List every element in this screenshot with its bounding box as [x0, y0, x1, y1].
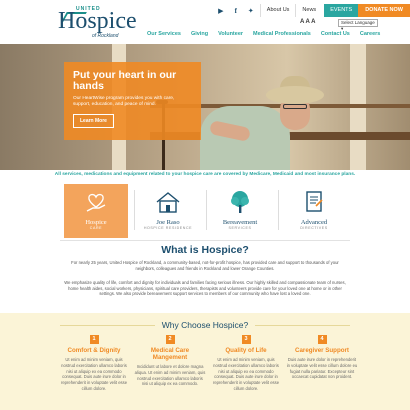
- why-item-heading: Comfort & Dignity: [67, 347, 121, 354]
- utility-bar: ▶ f ✦ About Us News EVENTS DONATE NOW: [215, 4, 410, 17]
- service-bereavement[interactable]: Bereavement SERVICES: [208, 184, 272, 238]
- hero-description: Our HeartWise program provides you with …: [73, 96, 175, 107]
- document-icon: [299, 187, 329, 217]
- service-sublabel: DIRECTIVES: [300, 226, 328, 230]
- why-item-number: 4: [317, 335, 327, 344]
- service-label: Bereavement: [222, 219, 258, 226]
- coverage-notice: All services, medications and equipment …: [54, 172, 356, 177]
- logo-subtext: of Rockland: [92, 33, 119, 39]
- about-us-link[interactable]: About Us: [259, 4, 296, 17]
- hero-title: Put your heart in our hands: [73, 69, 177, 92]
- learn-more-button[interactable]: Learn More: [73, 114, 114, 128]
- divider: [278, 190, 279, 230]
- service-sublabel: CARE: [89, 226, 103, 230]
- hero-callout: Put your heart in our hands Our HeartWis…: [64, 62, 201, 140]
- events-button[interactable]: EVENTS: [324, 4, 359, 17]
- divider: [134, 190, 135, 230]
- why-item-text: Duis aute irure dolor in reprehenderit i…: [286, 357, 358, 380]
- font-size-controls[interactable]: A A A: [300, 19, 315, 25]
- service-joe-raso-residence[interactable]: Joe Raso HOSPICE RESIDENCE: [136, 184, 200, 238]
- why-item: 1 Comfort & Dignity Ut enim ad minim ven…: [58, 335, 130, 392]
- service-sublabel: HOSPICE RESIDENCE: [143, 226, 193, 230]
- youtube-icon[interactable]: ▶: [215, 5, 227, 17]
- why-item-text: Ut enim ad minim veniam, quis nostrud ex…: [60, 357, 128, 391]
- nav-contact-us[interactable]: Contact Us: [316, 31, 355, 37]
- service-advanced-directives[interactable]: Advanced DIRECTIVES: [282, 184, 346, 238]
- site-header: UNITED Hospice of Rockland ▶ f ✦ About U…: [0, 0, 410, 42]
- service-label: Joe Raso: [156, 219, 180, 226]
- why-choose-heading: Why Choose Hospice?: [161, 320, 249, 330]
- why-item-number: 3: [241, 335, 251, 344]
- service-hospice-care[interactable]: Hospice CARE: [64, 184, 128, 238]
- nav-medical-professionals[interactable]: Medical Professionals: [248, 31, 316, 37]
- nav-careers[interactable]: Careers: [355, 31, 386, 37]
- heart-hand-icon: [81, 187, 111, 217]
- hero-banner: Put your heart in our hands Our HeartWis…: [0, 44, 410, 170]
- news-link[interactable]: News: [295, 4, 322, 17]
- nav-giving[interactable]: Giving: [186, 31, 213, 37]
- facebook-icon[interactable]: f: [230, 5, 242, 17]
- house-icon: [153, 187, 183, 217]
- language-select[interactable]: Select Language ▾: [338, 19, 378, 31]
- what-is-hospice-paragraph-2: We emphasize quality of life, comfort an…: [64, 280, 346, 297]
- why-item-heading: Medical Care Mangement: [150, 347, 190, 361]
- logo-wordmark: Hospice: [58, 8, 137, 34]
- what-is-hospice-paragraph-1: For nearly 25 years, United Hospice of R…: [71, 260, 339, 271]
- glasses: [283, 104, 307, 109]
- services-row: Hospice CARE Joe Raso HOSPICE RESIDENCE …: [0, 182, 410, 240]
- section-divider: [60, 240, 350, 241]
- service-label: Hospice: [85, 219, 107, 226]
- main-nav: Our Services Giving Volunteer Medical Pr…: [142, 31, 385, 37]
- why-item-number: 2: [165, 335, 175, 344]
- what-is-hospice-heading: What is Hospice?: [161, 244, 249, 256]
- service-label: Advanced: [300, 219, 328, 226]
- site-logo[interactable]: UNITED Hospice of Rockland: [58, 6, 148, 40]
- why-item: 2 Medical Care Mangement Incididunt ut l…: [134, 335, 206, 387]
- twitter-icon[interactable]: ✦: [245, 5, 257, 17]
- donate-now-button[interactable]: DONATE NOW: [358, 4, 410, 17]
- why-item: 4 Caregiver Support Duis aute irure dolo…: [286, 335, 358, 380]
- why-item: 3 Quality of Life Ut enim ad minim venia…: [210, 335, 282, 392]
- why-item-heading: Caregiver Support: [295, 347, 349, 354]
- why-item-text: Incididunt ut labore et dolore magna ali…: [134, 364, 206, 387]
- nav-volunteer[interactable]: Volunteer: [213, 31, 248, 37]
- why-item-number: 1: [89, 335, 99, 344]
- tree-icon: [225, 187, 255, 217]
- why-choose-section: Why Choose Hospice? 1 Comfort & Dignity …: [0, 313, 410, 410]
- nav-our-services[interactable]: Our Services: [142, 31, 186, 37]
- divider: [206, 190, 207, 230]
- why-item-heading: Quality of Life: [225, 347, 267, 354]
- hat-brim: [266, 86, 324, 104]
- service-sublabel: SERVICES: [228, 226, 252, 230]
- why-item-text: Ut enim ad minim veniam, quis nostrud ex…: [212, 357, 280, 391]
